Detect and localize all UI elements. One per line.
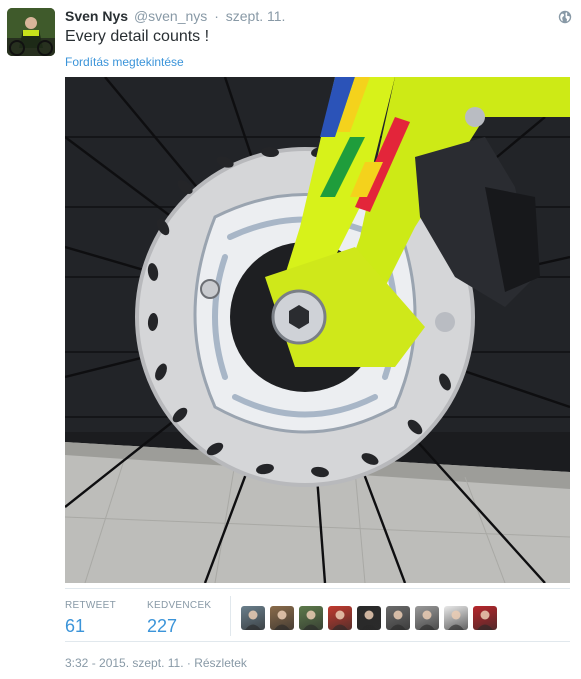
tweet-text: Every detail counts ! xyxy=(65,28,210,45)
favoriter-avatar[interactable] xyxy=(444,606,468,630)
stats-divider-top xyxy=(65,588,570,589)
favoriter-avatar[interactable] xyxy=(357,606,381,630)
tweet-footer: 3:32 - 2015. szept. 11. · Részletek xyxy=(65,656,247,670)
translate-link[interactable]: Fordítás megtekintése xyxy=(65,55,184,69)
favoriter-avatar[interactable] xyxy=(299,606,323,630)
author-username[interactable]: @sven_nys xyxy=(134,8,207,24)
favoriter-avatar[interactable] xyxy=(415,606,439,630)
tweet-header: Sven Nys @sven_nys · szept. 11. xyxy=(65,8,285,28)
avatar-image xyxy=(7,8,55,56)
bike-wheel-photo xyxy=(65,77,570,583)
tweet-timestamp[interactable]: 3:32 - 2015. szept. 11. xyxy=(65,656,184,670)
globe-icon[interactable] xyxy=(558,10,572,24)
avatar[interactable] xyxy=(7,8,55,56)
favoriter-avatar[interactable] xyxy=(241,606,265,630)
favorites-label: KEDVENCEK xyxy=(147,600,212,611)
retweet-count[interactable]: 61 xyxy=(65,615,116,637)
tweet-card: Sven Nys @sven_nys · szept. 11. Every de… xyxy=(0,0,581,679)
stats-separator xyxy=(230,596,231,636)
favoriters-list xyxy=(241,606,497,630)
header-separator: · xyxy=(214,8,219,24)
tweet-photo[interactable] xyxy=(65,77,570,583)
tweet-time[interactable]: szept. 11. xyxy=(226,8,286,24)
favoriter-avatar[interactable] xyxy=(328,606,352,630)
favoriter-avatar[interactable] xyxy=(270,606,294,630)
details-link[interactable]: Részletek xyxy=(194,656,247,670)
stats-divider-bottom xyxy=(65,641,570,642)
favoriter-avatar[interactable] xyxy=(386,606,410,630)
favorites-count[interactable]: 227 xyxy=(147,615,211,637)
author-fullname[interactable]: Sven Nys xyxy=(65,8,128,24)
favorites-stat[interactable]: KEDVENCEK 227 xyxy=(147,600,211,637)
retweet-label: RETWEET xyxy=(65,600,116,611)
favoriter-avatar[interactable] xyxy=(473,606,497,630)
footer-separator: · xyxy=(186,656,191,670)
retweet-stat[interactable]: RETWEET 61 xyxy=(65,600,116,637)
